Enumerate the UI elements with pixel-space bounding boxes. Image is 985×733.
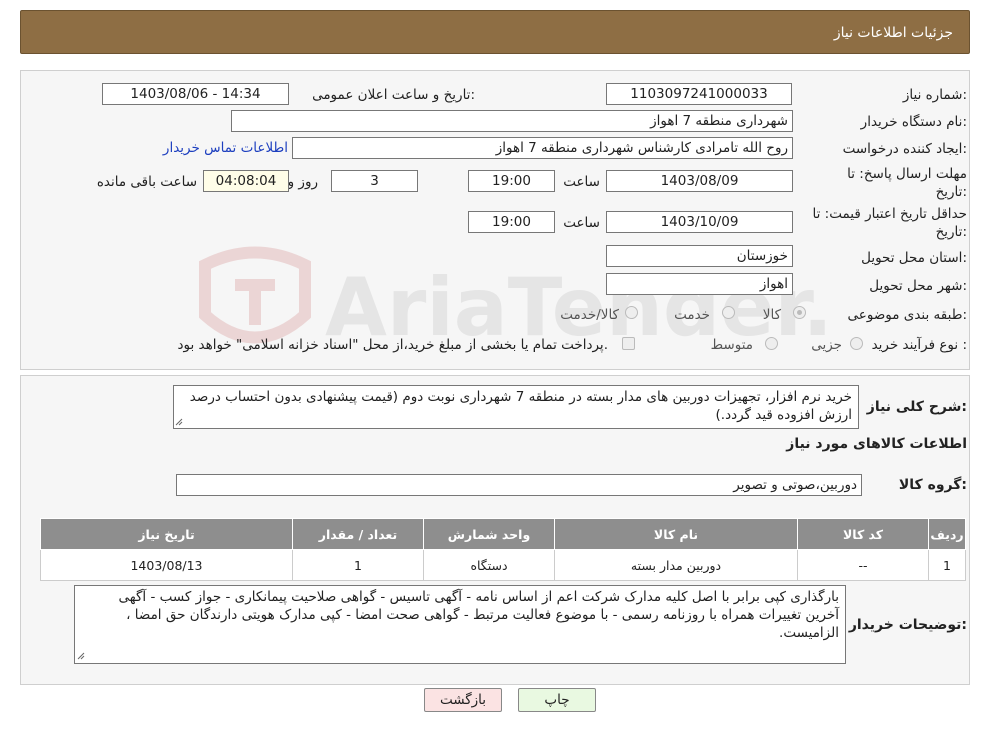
description-label: شرح کلی نیاز: [866, 399, 967, 415]
city-field: اهواز [606, 273, 793, 295]
cell-quantity: 1 [292, 549, 424, 581]
announce-date-label: تاریخ و ساعت اعلان عمومی: [312, 87, 475, 103]
cell-unit: دستگاه [423, 549, 555, 581]
days-remaining-field: 3 [331, 170, 418, 192]
need-number-field: 1103097241000033 [606, 83, 792, 105]
buyer-notes-label: توضیحات خریدار: [848, 617, 967, 633]
page-title: جزئیات اطلاعات نیاز [833, 25, 953, 41]
treasury-checkbox[interactable] [622, 337, 635, 350]
back-button[interactable]: بازگشت [424, 688, 502, 712]
table-header-row: ردیف کد کالا نام کالا واحد شمارش تعداد /… [40, 518, 966, 550]
category-goods-label: کالا [762, 307, 781, 323]
purchase-small-radio[interactable] [850, 337, 863, 350]
buyer-notes-text: بارگذاری کپی برابر با اصل کلیه مدارک شرک… [118, 589, 840, 641]
reply-deadline-label: مهلت ارسال پاسخ: تا [847, 166, 967, 182]
page-header: جزئیات اطلاعات نیاز [20, 10, 970, 54]
category-label: طبقه بندی موضوعی: [847, 307, 967, 323]
items-table: ردیف کد کالا نام کالا واحد شمارش تعداد /… [40, 518, 966, 581]
col-unit: واحد شمارش [423, 518, 555, 550]
price-validity-date-field: 1403/10/09 [606, 211, 793, 233]
price-validity-time-label: ساعت [563, 215, 600, 231]
purchase-medium-radio[interactable] [765, 337, 778, 350]
price-validity-time-field: 19:00 [468, 211, 555, 233]
col-need-date: تاریخ نیاز [40, 518, 293, 550]
price-validity-label-2: تاریخ: [935, 224, 967, 240]
category-service-label: خدمت [674, 307, 710, 323]
print-button[interactable]: چاپ [518, 688, 596, 712]
goods-group-field: دوربین،صوتی و تصویر [176, 474, 862, 496]
cell-row: 1 [928, 549, 966, 581]
col-name: نام کالا [554, 518, 798, 550]
creator-field: روح الله تامرادی کارشناس شهرداری منطقه 7… [292, 137, 793, 159]
description-text: خرید نرم افزار، تجهیزات دوربین های مدار … [189, 389, 852, 423]
remaining-time-field: 04:08:04 [203, 170, 289, 192]
goods-section-title: اطلاعات کالاهای مورد نیاز [786, 436, 967, 452]
purchase-type-label: نوع فرآیند خرید : [871, 337, 967, 353]
city-label: شهر محل تحویل: [869, 278, 967, 294]
resize-grip-icon [77, 652, 85, 660]
days-label: روز و [287, 174, 318, 190]
buyer-org-label: نام دستگاه خریدار: [860, 114, 967, 130]
category-goods-radio[interactable] [793, 306, 806, 319]
buyer-notes-textarea[interactable]: بارگذاری کپی برابر با اصل کلیه مدارک شرک… [74, 585, 846, 664]
creator-label: ایجاد کننده درخواست: [842, 141, 967, 157]
description-textarea[interactable]: خرید نرم افزار، تجهیزات دوربین های مدار … [173, 385, 859, 429]
items-table-wrap: ردیف کد کالا نام کالا واحد شمارش تعداد /… [40, 518, 966, 581]
purchase-medium-label: متوسط [710, 337, 753, 353]
col-row: ردیف [928, 518, 966, 550]
reply-deadline-label-2: تاریخ: [935, 184, 967, 200]
province-field: خوزستان [606, 245, 793, 267]
cell-name: دوربین مدار بسته [554, 549, 798, 581]
resize-grip-icon [175, 418, 183, 426]
purchase-small-label: جزیی [811, 337, 842, 353]
announce-date-field: 1403/08/06 - 14:34 [102, 83, 289, 105]
province-label: استان محل تحویل: [861, 250, 967, 266]
cell-need-date: 1403/08/13 [40, 549, 293, 581]
col-quantity: تعداد / مقدار [292, 518, 424, 550]
treasury-note: پرداخت تمام یا بخشی از مبلغ خرید،از محل … [177, 337, 608, 353]
category-goods-service-label: کالا/خدمت [560, 307, 619, 323]
category-goods-service-radio[interactable] [625, 306, 638, 319]
buyer-contact-link[interactable]: اطلاعات تماس خریدار [163, 140, 288, 156]
reply-time-field: 19:00 [468, 170, 555, 192]
category-service-radio[interactable] [722, 306, 735, 319]
table-row: 1 -- دوربین مدار بسته دستگاه 1 1403/08/1… [40, 549, 966, 581]
remaining-time-label: ساعت باقی مانده [96, 174, 197, 190]
col-code: کد کالا [797, 518, 929, 550]
reply-time-label: ساعت [563, 174, 600, 190]
goods-group-label: گروه کالا: [898, 477, 967, 493]
buyer-org-field: شهرداری منطقه 7 اهواز [231, 110, 793, 132]
need-number-label: شماره نیاز: [902, 87, 967, 103]
reply-date-field: 1403/08/09 [606, 170, 793, 192]
price-validity-label: حداقل تاریخ اعتبار قیمت: تا [812, 206, 967, 222]
cell-code: -- [797, 549, 929, 581]
